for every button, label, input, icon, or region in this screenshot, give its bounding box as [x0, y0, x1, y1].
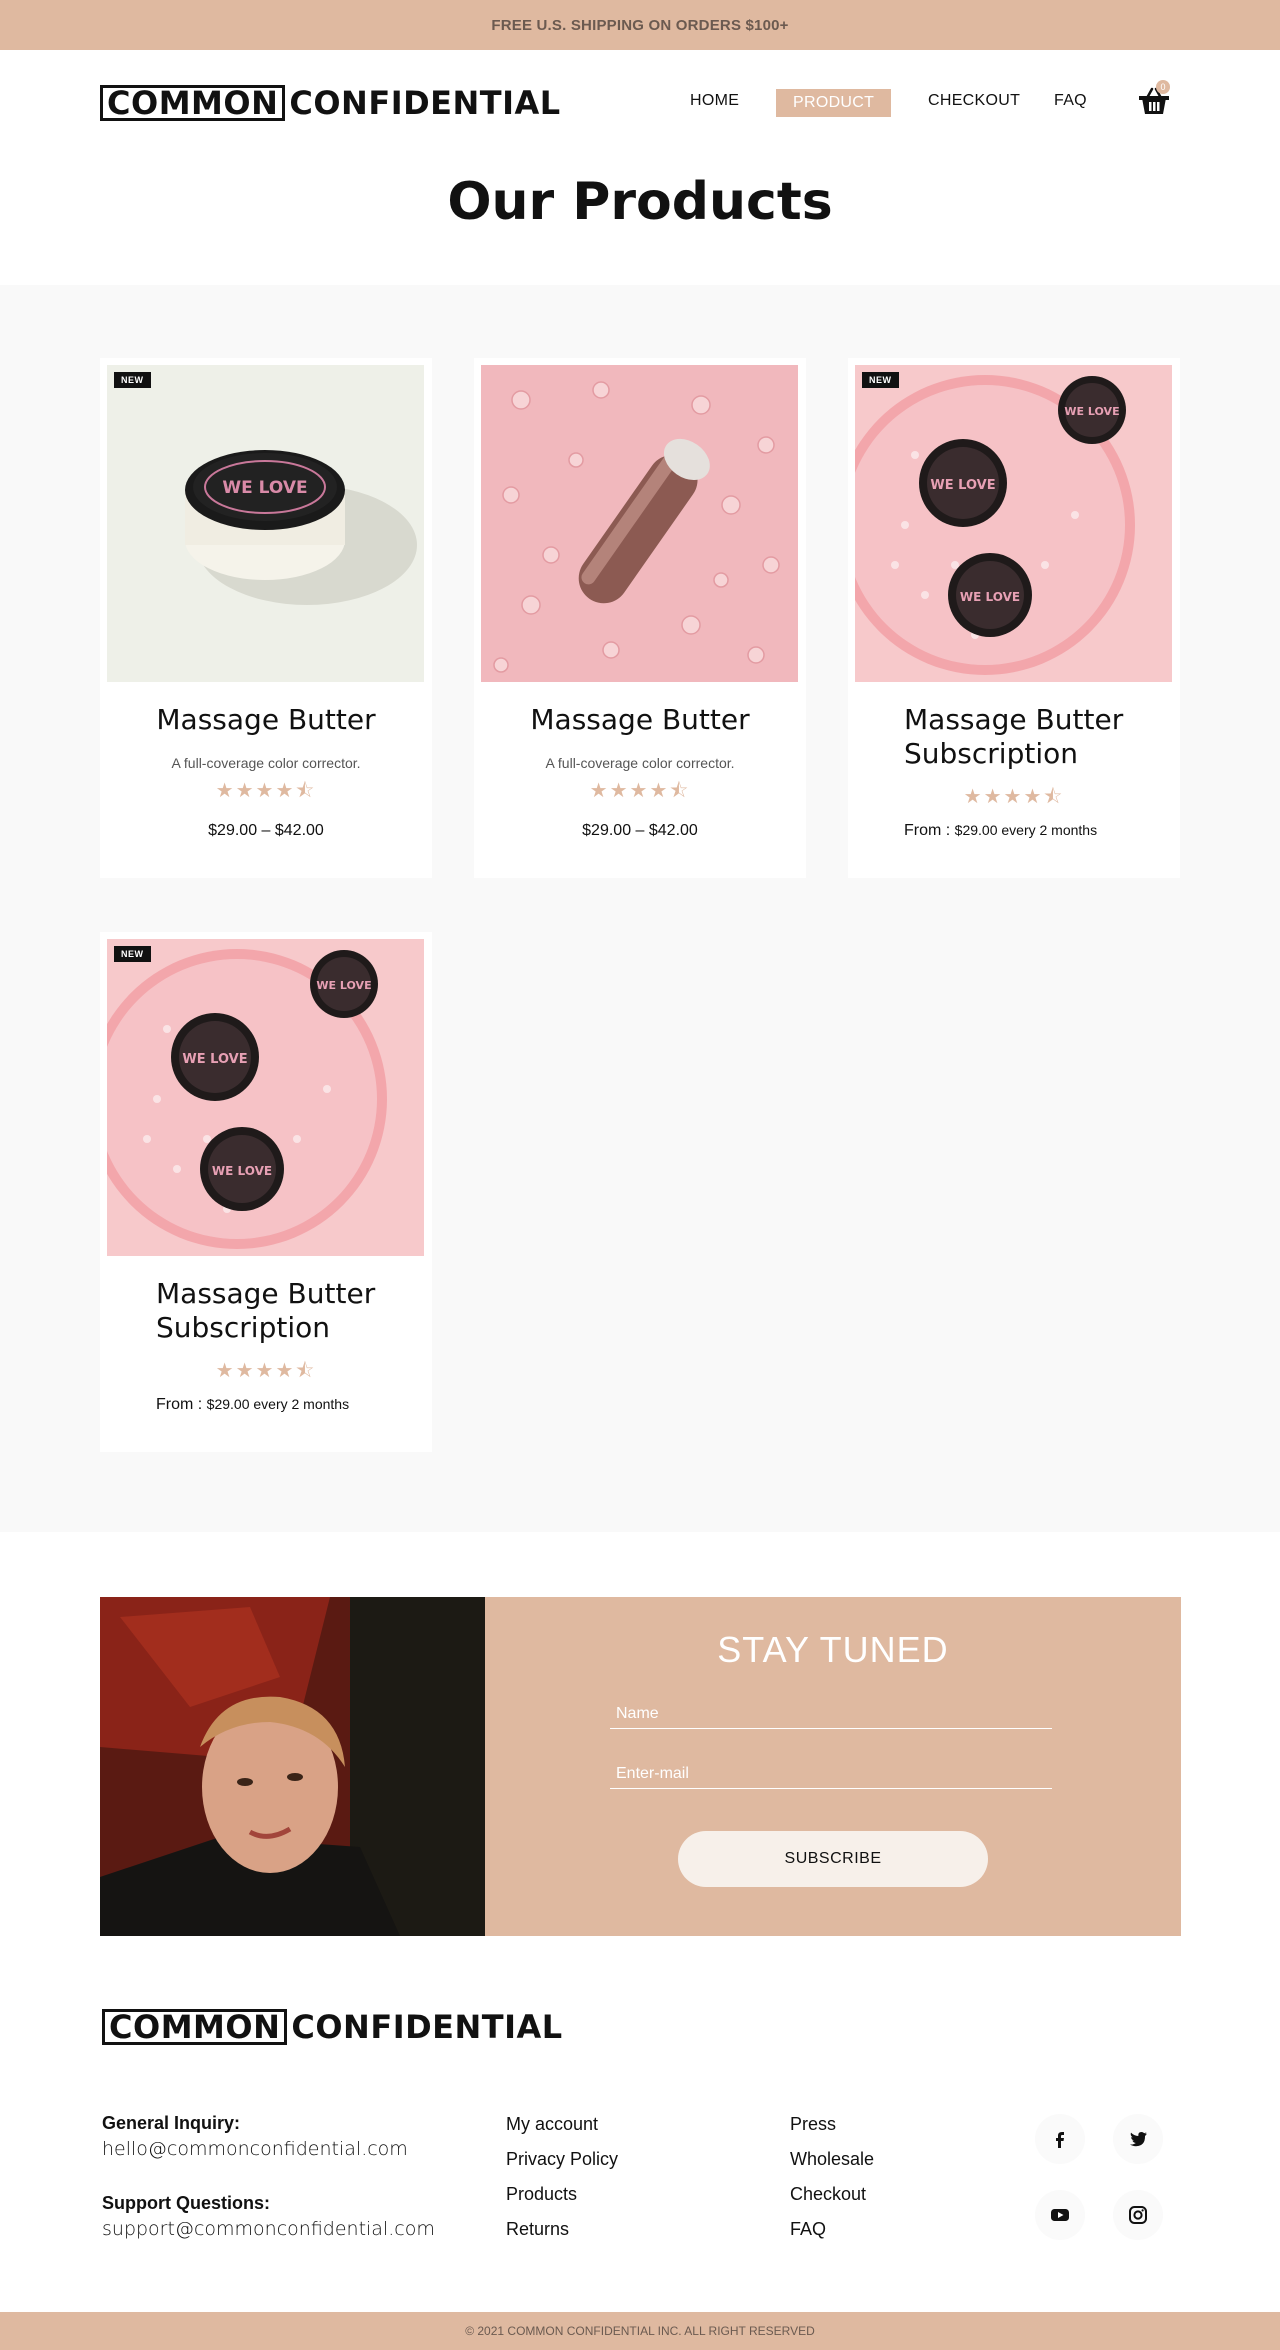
product-name[interactable]: Massage Butter Subscription — [100, 1277, 432, 1345]
product-card[interactable]: NEW WE LOVE WE LOVE WE LOVE Massage Butt… — [848, 358, 1180, 878]
copyright-text: © 2021 COMMON CONFIDENTIAL INC. ALL RIGH… — [465, 2324, 815, 2338]
rating-stars: ★★★★⯪ — [589, 780, 691, 802]
product-price: From : $29.00 every 2 months — [100, 1396, 432, 1414]
logo-box-text: COMMON — [102, 2009, 288, 2045]
newsletter-section: STAY TUNED SUBSCRIBE — [100, 1597, 1181, 1936]
footer-link-wholesale[interactable]: Wholesale — [790, 2149, 874, 2170]
cart-basket-icon[interactable]: 0 — [1136, 80, 1172, 120]
rating-stars: ★★★★⯪ — [215, 780, 317, 802]
page-title: Our Products — [447, 172, 833, 232]
rating-stars: ★★★★⯪ — [963, 786, 1065, 808]
product-image[interactable]: NEW WE LOVE WE LOVE WE LOVE — [855, 365, 1172, 682]
svg-text:WE LOVE: WE LOVE — [960, 590, 1020, 604]
price-prefix: From : — [904, 822, 955, 839]
footer-link-press[interactable]: Press — [790, 2114, 836, 2135]
product-image[interactable] — [481, 365, 798, 682]
footer-link-my-account[interactable]: My account — [506, 2114, 598, 2135]
support-questions-label: Support Questions: — [102, 2193, 270, 2213]
new-badge: NEW — [862, 372, 899, 388]
instagram-icon[interactable] — [1113, 2190, 1163, 2240]
product-card[interactable]: NEW WE LOVE Massage Butter A full-covera… — [100, 358, 432, 878]
name-input[interactable] — [610, 1699, 1052, 1729]
product-description: A full-coverage color corrector. — [171, 755, 361, 771]
product-price: $29.00 – $42.00 — [208, 822, 324, 839]
product-card[interactable]: Massage Butter A full-coverage color cor… — [474, 358, 806, 878]
youtube-icon[interactable] — [1035, 2190, 1085, 2240]
newsletter-title: STAY TUNED — [717, 1629, 949, 1670]
general-inquiry-email[interactable]: hello@commonconfidential.com — [102, 2138, 408, 2160]
newsletter-photo — [100, 1597, 485, 1936]
cart-count-badge: 0 — [1156, 80, 1170, 94]
facebook-icon[interactable] — [1035, 2114, 1085, 2164]
general-inquiry-label: General Inquiry: — [102, 2113, 241, 2133]
price-prefix: From : — [156, 1396, 207, 1413]
footer-logo[interactable]: COMMON CONFIDENTIAL — [102, 2008, 563, 2046]
product-description: A full-coverage color corrector. — [545, 755, 735, 771]
rating-stars: ★★★★⯪ — [215, 1360, 317, 1382]
product-card[interactable]: NEW WE LOVE WE LOVE WE LOVE Massage Butt… — [100, 932, 432, 1452]
svg-text:WE LOVE: WE LOVE — [222, 478, 307, 498]
svg-text:WE LOVE: WE LOVE — [316, 979, 371, 992]
new-badge: NEW — [114, 946, 151, 962]
site-header: COMMON CONFIDENTIAL HOME PRODUCT CHECKOU… — [0, 50, 1280, 160]
email-input[interactable] — [610, 1759, 1052, 1789]
announcement-bar: FREE U.S. SHIPPING ON ORDERS $100+ — [0, 0, 1280, 50]
footer-link-checkout[interactable]: Checkout — [790, 2184, 866, 2205]
nav-home-link[interactable]: HOME — [690, 92, 739, 110]
products-section: NEW WE LOVE Massage Butter A full-covera… — [0, 285, 1280, 1532]
footer-link-returns[interactable]: Returns — [506, 2219, 569, 2240]
product-image[interactable]: NEW WE LOVE — [107, 365, 424, 682]
logo-rest-text: CONFIDENTIAL — [291, 2008, 563, 2046]
twitter-icon[interactable] — [1113, 2114, 1163, 2164]
product-price: $29.00 – $42.00 — [582, 822, 698, 839]
product-name[interactable]: Massage Butter Subscription — [848, 703, 1180, 771]
logo-rest-text: CONFIDENTIAL — [289, 84, 561, 122]
svg-text:WE LOVE: WE LOVE — [1064, 405, 1119, 418]
product-image[interactable]: NEW WE LOVE WE LOVE WE LOVE — [107, 939, 424, 1256]
price-value: $29.00 every 2 months — [954, 822, 1098, 838]
footer-link-faq[interactable]: FAQ — [790, 2219, 826, 2240]
svg-text:WE LOVE: WE LOVE — [212, 1164, 272, 1178]
nav-faq-link[interactable]: FAQ — [1054, 92, 1087, 110]
svg-text:WE LOVE: WE LOVE — [182, 1052, 247, 1067]
subscribe-button[interactable]: SUBSCRIBE — [678, 1831, 988, 1887]
product-name[interactable]: Massage Butter — [474, 703, 806, 737]
footer-link-privacy-policy[interactable]: Privacy Policy — [506, 2149, 618, 2170]
support-email[interactable]: support@commonconfidential.com — [102, 2218, 435, 2240]
new-badge: NEW — [114, 372, 151, 388]
brand-logo[interactable]: COMMON CONFIDENTIAL — [100, 84, 561, 122]
product-price: From : $29.00 every 2 months — [848, 822, 1180, 840]
price-value: $29.00 every 2 months — [206, 1396, 350, 1412]
copyright-bar: © 2021 COMMON CONFIDENTIAL INC. ALL RIGH… — [0, 2312, 1280, 2350]
footer-link-products[interactable]: Products — [506, 2184, 577, 2205]
announcement-text: FREE U.S. SHIPPING ON ORDERS $100+ — [491, 16, 789, 34]
product-name[interactable]: Massage Butter — [100, 703, 432, 737]
logo-box-text: COMMON — [100, 85, 286, 121]
svg-text:WE LOVE: WE LOVE — [930, 478, 995, 493]
nav-product-link[interactable]: PRODUCT — [776, 89, 892, 117]
nav-checkout-link[interactable]: CHECKOUT — [928, 92, 1020, 110]
